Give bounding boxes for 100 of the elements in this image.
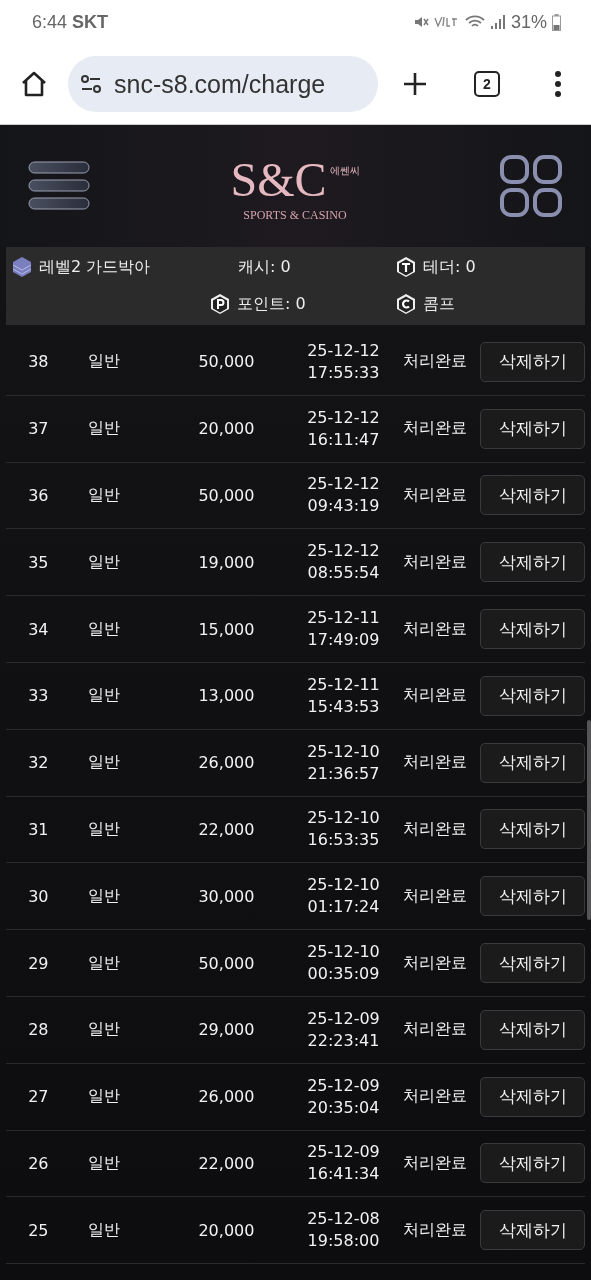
- row-number: 27: [27, 1087, 50, 1107]
- t-coin-icon: [396, 256, 416, 278]
- row-number: 35: [27, 552, 50, 572]
- charge-amount: 26,000: [197, 1087, 255, 1107]
- delete-button[interactable]: 삭제하기: [480, 876, 585, 917]
- delete-button[interactable]: 삭제하기: [480, 341, 585, 382]
- charge-date: 25-12-09: [307, 1074, 380, 1097]
- charge-time: 21:36:57: [307, 762, 380, 785]
- charge-date: 25-12-12: [307, 339, 380, 362]
- points-balance: 포인트: 0: [237, 293, 306, 315]
- charge-type: 일반: [87, 551, 122, 573]
- charge-amount: 20,000: [197, 1220, 255, 1240]
- charge-date: 25-12-09: [307, 1141, 380, 1164]
- delete-button[interactable]: 삭제하기: [480, 609, 585, 650]
- grid-icon[interactable]: [499, 154, 563, 218]
- charge-status: 처리완료: [402, 551, 469, 573]
- delete-button[interactable]: 삭제하기: [480, 1143, 585, 1184]
- charge-status: 처리완료: [402, 485, 469, 506]
- delete-button[interactable]: 삭제하기: [480, 542, 585, 583]
- cash-balance: 캐시: 0: [238, 256, 291, 278]
- delete-button[interactable]: 삭제하기: [480, 742, 585, 783]
- delete-button[interactable]: 삭제하기: [480, 408, 585, 449]
- delete-button[interactable]: 삭제하기: [480, 475, 585, 516]
- c-coin-icon: [396, 293, 416, 315]
- stack-icon: [12, 256, 32, 278]
- tab-switcher-button[interactable]: 2: [474, 71, 500, 97]
- charge-date: 25-12-12: [307, 473, 380, 496]
- charge-time: 16:11:47: [307, 428, 380, 451]
- charge-type: 일반: [87, 885, 122, 907]
- charge-type: 일반: [87, 1086, 122, 1108]
- delete-button[interactable]: 삭제하기: [480, 1210, 585, 1251]
- charge-status: 처리완료: [402, 418, 469, 440]
- charge-date: 25-12-12: [307, 540, 380, 563]
- charge-amount: 29,000: [197, 1020, 255, 1040]
- charge-amount: 19,000: [197, 552, 255, 572]
- charge-date: 25-12-10: [307, 807, 380, 830]
- site-settings-icon[interactable]: [80, 75, 102, 93]
- comp-link[interactable]: 콤프: [423, 293, 455, 315]
- more-options-icon[interactable]: [554, 71, 562, 97]
- charge-amount: 22,000: [197, 1153, 255, 1173]
- charge-amount: 50,000: [197, 352, 255, 372]
- charge-type: 일반: [87, 618, 122, 640]
- charge-time: 15:43:53: [307, 695, 380, 718]
- charge-amount: 30,000: [197, 886, 255, 906]
- charge-time: 19:58:00: [307, 1230, 380, 1253]
- charge-date: 25-12-11: [307, 607, 380, 630]
- battery-icon: [552, 13, 561, 31]
- charge-status: 처리완료: [402, 752, 469, 774]
- charge-amount: 15,000: [197, 619, 255, 639]
- charge-type: 일반: [87, 818, 122, 840]
- plus-icon[interactable]: [402, 71, 428, 97]
- charge-status: 처리완료: [402, 1086, 469, 1108]
- delete-button[interactable]: 삭제하기: [480, 1076, 585, 1117]
- charge-status: 처리완료: [402, 885, 469, 907]
- row-number: 28: [27, 1020, 50, 1040]
- menu-icon[interactable]: [27, 160, 91, 212]
- delete-button[interactable]: 삭제하기: [480, 809, 585, 850]
- charge-time: 09:43:19: [307, 495, 380, 518]
- delete-button[interactable]: 삭제하기: [480, 1009, 585, 1050]
- charge-status: 처리완료: [402, 952, 469, 974]
- charge-time: 16:53:35: [307, 829, 380, 852]
- row-number: 26: [27, 1153, 50, 1173]
- charge-status: 처리완료: [402, 618, 469, 640]
- charge-time: 17:55:33: [307, 361, 380, 384]
- charge-status: 처리완료: [402, 685, 469, 707]
- charge-status: 처리완료: [402, 1152, 469, 1174]
- logo-subtitle: 에쎈씨: [329, 163, 360, 178]
- charge-type: 일반: [87, 752, 122, 774]
- delete-button[interactable]: 삭제하기: [480, 675, 585, 716]
- charge-type: 일반: [87, 1152, 122, 1174]
- logo-text: S&C: [230, 155, 327, 204]
- charge-type: 일반: [87, 952, 122, 974]
- charge-type: 일반: [87, 1019, 122, 1041]
- charge-type: 일반: [87, 418, 122, 440]
- carrier-name: SKT: [72, 11, 109, 33]
- charge-type: 일반: [87, 1219, 122, 1241]
- delete-button[interactable]: 삭제하기: [480, 943, 585, 984]
- scrollbar-thumb[interactable]: [587, 720, 591, 920]
- battery-percent: 31%: [510, 11, 547, 33]
- charge-time: 00:35:09: [307, 963, 380, 986]
- mute-icon: [412, 14, 429, 30]
- charge-date: 25-12-09: [307, 1007, 380, 1030]
- charge-amount: 13,000: [197, 686, 255, 706]
- charge-amount: 50,000: [197, 486, 255, 505]
- signal-icon: [489, 14, 506, 30]
- tether-balance: 테더: 0: [423, 256, 476, 278]
- row-number: 31: [27, 819, 50, 839]
- row-number: 37: [27, 419, 50, 439]
- p-coin-icon: [210, 293, 230, 315]
- charge-time: 17:49:09: [307, 629, 380, 652]
- row-number: 30: [27, 886, 50, 906]
- charge-date: 25-12-10: [307, 740, 380, 763]
- volte-icon: [433, 15, 460, 29]
- charge-status: 처리완료: [402, 1219, 469, 1241]
- charge-date: 25-12-10: [307, 874, 380, 897]
- charge-time: 20:35:04: [307, 1096, 380, 1119]
- address-bar[interactable]: snc-s8.com/charge: [68, 56, 378, 112]
- home-icon[interactable]: [20, 70, 48, 98]
- charge-amount: 20,000: [197, 419, 255, 439]
- charge-type: 일반: [87, 351, 122, 373]
